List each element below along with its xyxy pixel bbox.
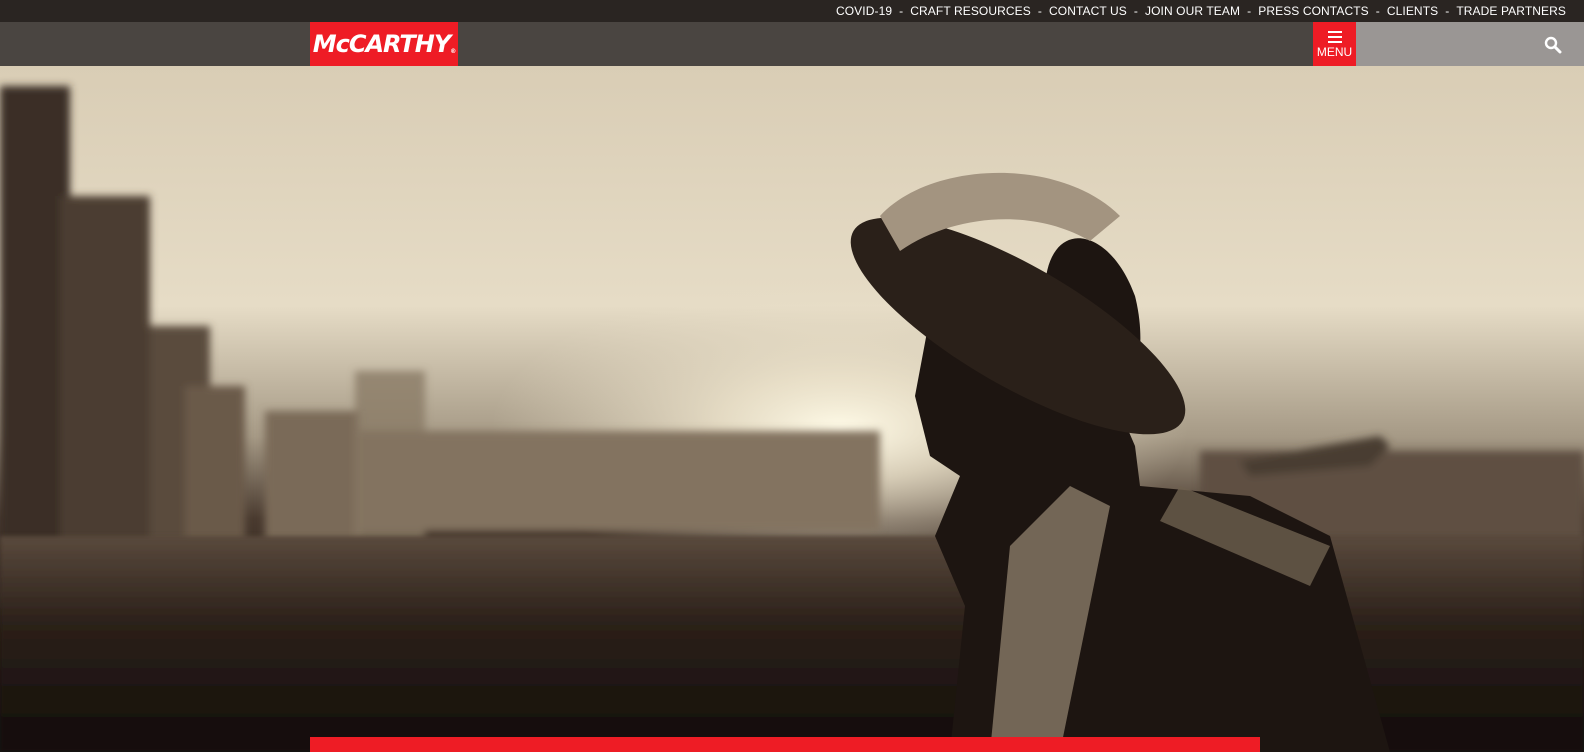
link-covid-19[interactable]: COVID-19 [836,4,892,18]
link-press-contacts[interactable]: PRESS CONTACTS [1258,4,1369,18]
search-panel [1356,22,1584,66]
link-separator: - [899,4,904,18]
link-separator: - [1445,4,1450,18]
hero-image [0,66,1584,752]
main-header: McCARTHY ® MENU [0,22,1584,66]
menu-label: MENU [1316,44,1353,59]
hero-red-bar [310,737,1260,752]
link-separator: - [1375,4,1380,18]
hamburger-icon [1327,30,1342,43]
mccarthy-logo[interactable]: McCARTHY ® [310,22,458,66]
logo-text: McCARTHY [312,30,452,58]
hero-video [0,66,1584,752]
link-clients[interactable]: CLIENTS [1387,4,1438,18]
menu-button[interactable]: MENU [1313,22,1356,66]
utility-links: COVID-19 - CRAFT RESOURCES - CONTACT US … [836,4,1584,18]
link-contact-us[interactable]: CONTACT US [1049,4,1127,18]
search-icon[interactable] [1544,36,1562,54]
utility-bar: COVID-19 - CRAFT RESOURCES - CONTACT US … [0,0,1584,22]
link-separator: - [1133,4,1139,18]
link-join-our-team[interactable]: JOIN OUR TEAM [1145,4,1240,18]
link-trade-partners[interactable]: TRADE PARTNERS [1456,4,1566,18]
link-separator: - [1037,4,1042,18]
link-separator: - [1247,4,1252,18]
logo-registered-mark: ® [450,48,456,55]
link-craft-resources[interactable]: CRAFT RESOURCES [910,4,1031,18]
